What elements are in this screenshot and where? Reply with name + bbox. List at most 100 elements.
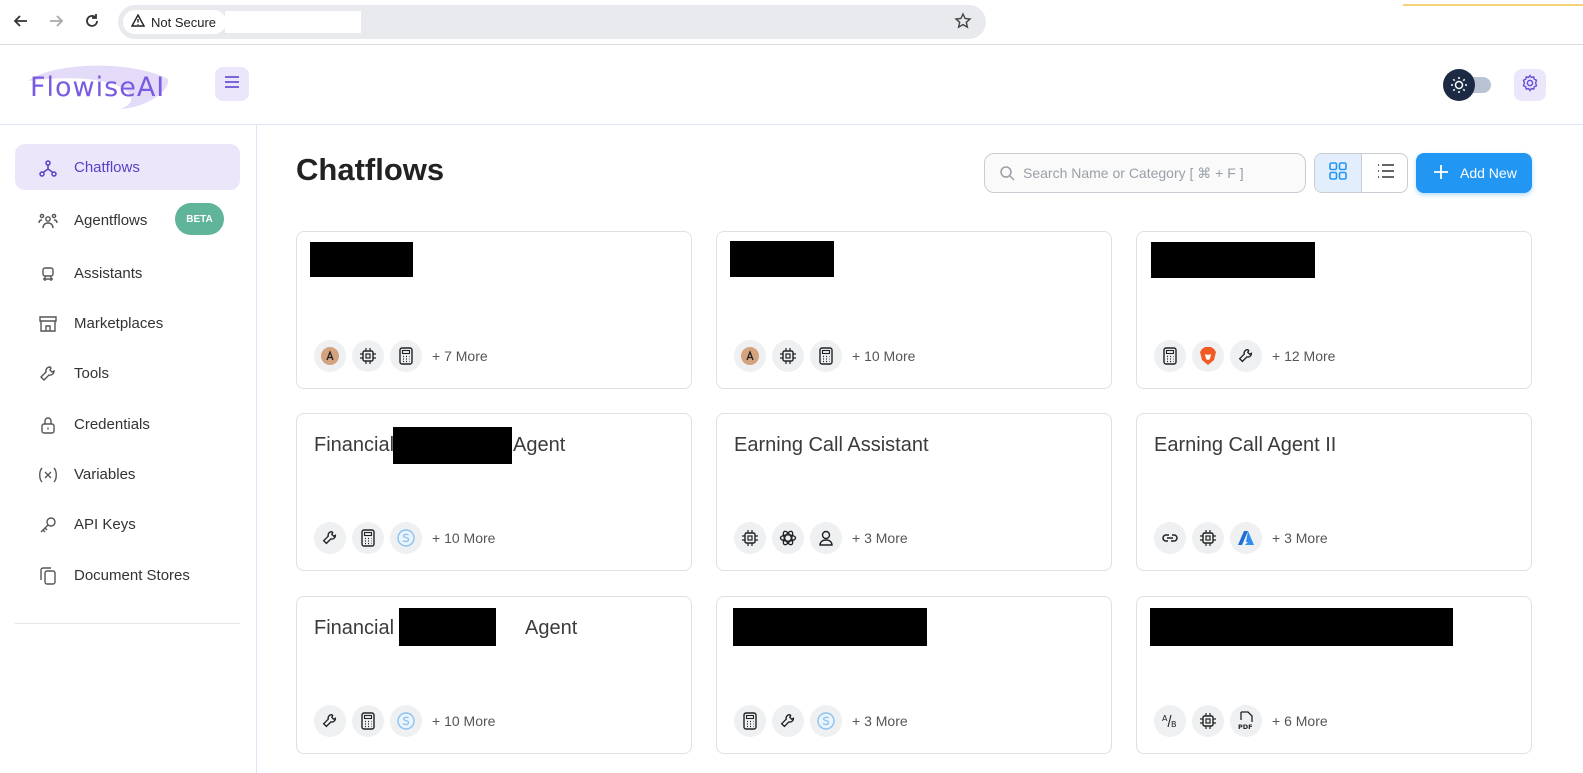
grid-view-button[interactable] [1315,154,1362,192]
wrench-icon [314,522,346,554]
search-icon [999,165,1015,186]
anthropic-icon [314,340,346,372]
chatflow-card[interactable]: Earning Call Assistant + 3 More [716,413,1112,571]
calculator-icon [352,522,384,554]
person-icon [810,522,842,554]
search-box[interactable] [984,153,1306,193]
settings-button[interactable] [1514,69,1546,101]
redacted-title [393,427,512,464]
card-node-icons: + 10 More [734,340,915,372]
calculator-icon [1154,340,1186,372]
star-icon[interactable] [954,12,972,35]
chatflow-icon [37,157,59,179]
more-count: + 10 More [432,530,496,546]
documents-icon [37,565,59,587]
redacted-title [733,608,927,646]
view-toggle [1314,153,1408,193]
chatflow-card[interactable]: + 7 More [296,231,692,389]
card-node-icons: + 3 More [734,522,908,554]
more-count: + 7 More [432,348,488,364]
plus-icon [1432,163,1450,186]
agents-icon [37,210,59,232]
card-node-icons: AB PDF + 6 More [1154,705,1328,737]
sidebar-item-api-keys[interactable]: API Keys [15,501,240,547]
add-new-label: Add New [1460,165,1517,181]
wrench-icon [314,705,346,737]
list-icon [1376,161,1396,186]
robot-icon [37,263,59,285]
chatflow-card[interactable]: Financial Agent + 10 More [296,596,692,754]
chip-icon [352,340,384,372]
card-node-icons: + 3 More [734,705,908,737]
sidebar-item-label: Document Stores [74,566,190,584]
azure-icon [1230,522,1262,554]
chip-icon [734,522,766,554]
flowise-logo[interactable]: FlowiseAI [20,59,176,111]
hamburger-menu-button[interactable] [215,67,249,101]
calculator-icon [810,340,842,372]
svg-text:B: B [1171,720,1177,729]
logo-text: FlowiseAI [30,72,166,103]
chatflow-card[interactable]: + 10 More [716,231,1112,389]
redacted-title [310,242,413,277]
security-chip[interactable]: Not Secure [123,10,227,34]
back-arrow-icon[interactable] [9,9,33,33]
serp-icon [810,705,842,737]
chatflow-card[interactable]: AB PDF + 6 More [1136,596,1532,754]
more-count: + 12 More [1272,348,1336,364]
serp-icon [390,522,422,554]
browser-toolbar: Not Secure [0,0,1583,45]
card-title: Earning Call Assistant [734,434,929,456]
chatflow-card[interactable]: + 3 More [716,596,1112,754]
sidebar-item-label: Credentials [74,415,150,433]
sidebar-item-assistants[interactable]: Assistants [15,250,240,296]
wrench-icon [772,705,804,737]
chatflow-card[interactable]: Financial Agent + 10 More [296,413,692,571]
grid-icon [1328,161,1348,186]
sidebar-item-document-stores[interactable]: Document Stores [15,552,240,598]
card-node-icons: + 3 More [1154,522,1328,554]
more-count: + 10 More [432,713,496,729]
theme-toggle[interactable] [1443,69,1493,101]
redacted-title [1150,608,1453,646]
pdf-icon: PDF [1230,705,1262,737]
more-count: + 6 More [1272,713,1328,729]
more-count: + 10 More [852,348,916,364]
chatflow-card[interactable]: Earning Call Agent II + 3 More [1136,413,1532,571]
search-input[interactable] [1023,154,1299,192]
sun-icon [1443,69,1475,101]
calculator-icon [390,340,422,372]
list-view-button[interactable] [1362,154,1407,192]
serp-icon [390,705,422,737]
app-header: FlowiseAI [0,46,1583,125]
store-icon [37,313,59,335]
sidebar: Chatflows Agentflows BETA Assistants Mar… [0,125,257,773]
beta-badge: BETA [175,203,224,235]
card-node-icons: + 12 More [1154,340,1335,372]
card-title-suffix: Agent [513,434,566,456]
hamburger-menu-icon [223,75,241,94]
url-field[interactable] [225,11,361,33]
sidebar-item-agentflows[interactable]: Agentflows BETA [15,197,240,243]
more-count: + 3 More [852,713,908,729]
chatflow-card[interactable]: + 12 More [1136,231,1532,389]
sidebar-item-label: Marketplaces [74,314,164,332]
calculator-icon [734,705,766,737]
sidebar-item-tools[interactable]: Tools [15,350,240,396]
openai-icon [772,522,804,554]
sidebar-divider [15,623,240,624]
reload-icon[interactable] [80,9,104,33]
variable-icon [37,464,59,486]
card-node-icons: + 7 More [314,340,488,372]
more-count: + 3 More [852,530,908,546]
sidebar-item-variables[interactable]: Variables [15,451,240,497]
sidebar-item-label: API Keys [74,515,136,533]
address-bar[interactable]: Not Secure [118,5,986,39]
anthropic-icon [734,340,766,372]
sidebar-item-marketplaces[interactable]: Marketplaces [15,300,240,346]
add-new-button[interactable]: Add New [1416,153,1532,193]
sidebar-item-chatflows[interactable]: Chatflows [15,144,240,190]
forward-arrow-icon[interactable] [44,9,68,33]
sidebar-item-credentials[interactable]: Credentials [15,401,240,447]
sidebar-item-label: Tools [74,364,110,382]
